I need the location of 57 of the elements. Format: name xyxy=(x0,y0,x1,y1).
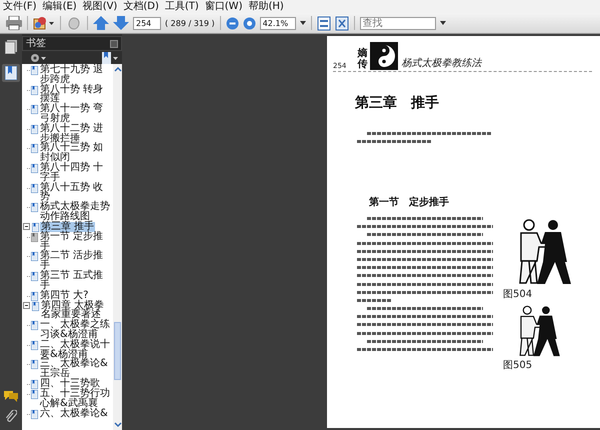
page-number-field[interactable]: 254 xyxy=(133,16,161,30)
bookmark-item[interactable]: 第四节 大? xyxy=(39,290,90,300)
panel-menu-button[interactable] xyxy=(110,40,118,48)
bookmark-item[interactable]: 第七十九势 退步跨虎 xyxy=(39,65,113,85)
logo-text: 嫡传 xyxy=(357,48,368,70)
menu-item[interactable]: 工具(T) xyxy=(164,0,199,12)
figure-caption: 图504 xyxy=(503,289,532,300)
bookmark-item[interactable]: 杨式太极拳走势动作路线图 xyxy=(39,202,113,222)
next-page-icon[interactable] xyxy=(113,16,129,30)
bookmark-item[interactable]: 第八十一势 弯弓射虎 xyxy=(39,104,113,124)
fit-page-icon[interactable] xyxy=(316,16,331,30)
menu-item[interactable]: 帮助(H) xyxy=(248,0,284,12)
new-bookmark-icon[interactable] xyxy=(102,52,118,64)
scrollbar-thumb[interactable] xyxy=(114,322,121,380)
comments-icon[interactable] xyxy=(3,390,19,402)
caret-icon[interactable] xyxy=(300,21,306,25)
section-title: 第一节 定步推手 xyxy=(369,195,450,209)
print-icon[interactable] xyxy=(6,16,22,30)
panel-title: 书签 xyxy=(26,38,46,50)
previous-page-icon[interactable] xyxy=(93,16,109,30)
menu-item[interactable]: 文件(F) xyxy=(3,0,37,12)
collapse-toggle[interactable] xyxy=(23,222,31,231)
bookmark-item[interactable]: 第三节 五式推手 xyxy=(39,270,113,291)
page-count: ( 289 / 319 ) xyxy=(165,18,215,28)
menu-item[interactable]: 文档(D) xyxy=(123,0,159,12)
search-field[interactable]: 查找 xyxy=(360,16,436,30)
collapse-toggle[interactable] xyxy=(23,300,31,310)
zoom-field[interactable]: 42.1% xyxy=(260,16,296,30)
full-screen-icon[interactable] xyxy=(334,16,349,30)
bookmark-item[interactable]: 五、十三势行功心解&武禹襄 xyxy=(39,388,113,408)
yin-yang-logo-icon xyxy=(370,42,398,70)
caret-icon[interactable] xyxy=(440,21,446,25)
chapter-title: 第三章 推手 xyxy=(355,94,440,112)
menu-item[interactable]: 窗口(W) xyxy=(204,0,242,12)
menu-item[interactable]: 视图(V) xyxy=(82,0,118,12)
bookmark-item[interactable]: 第四章 太极拳名家重要著述 xyxy=(40,300,113,320)
export-icon[interactable] xyxy=(33,16,55,30)
pages-panel-tab[interactable] xyxy=(2,38,20,56)
zoom-in-icon[interactable] xyxy=(242,16,256,30)
scroll-down-icon[interactable] xyxy=(114,422,122,428)
zoom-out-icon[interactable] xyxy=(226,16,239,30)
running-title: 杨式太极拳教练法 xyxy=(401,56,482,70)
bookmark-item[interactable]: 四、十三势歌 xyxy=(39,378,101,389)
bookmark-item[interactable]: 第八十三势 如封似闭 xyxy=(39,143,113,163)
bookmark-item[interactable]: 二、太极拳说十要&杨澄甫 xyxy=(39,340,113,360)
paperclip-icon[interactable] xyxy=(5,410,17,424)
bookmark-item[interactable]: 六、太极拳论& xyxy=(39,408,109,418)
bookmark-item[interactable]: 三、太极拳论&王宗岳 xyxy=(39,359,113,379)
bookmark-item[interactable]: 第三章 推手 xyxy=(40,222,96,232)
figure-caption: 图505 xyxy=(503,360,532,371)
bookmark-item[interactable]: 第二节 活步推手 xyxy=(39,251,113,271)
scroll-up-icon[interactable] xyxy=(114,66,122,72)
options-icon[interactable] xyxy=(30,52,46,62)
bookmarks-panel-tab[interactable] xyxy=(2,64,20,82)
bookmark-item[interactable]: 第八十四势 十字手 xyxy=(39,162,113,183)
bookmark-item[interactable]: 一、太极拳之练习谈&杨澄甫 xyxy=(39,320,113,340)
menu-item[interactable]: 编辑(E) xyxy=(42,0,77,12)
